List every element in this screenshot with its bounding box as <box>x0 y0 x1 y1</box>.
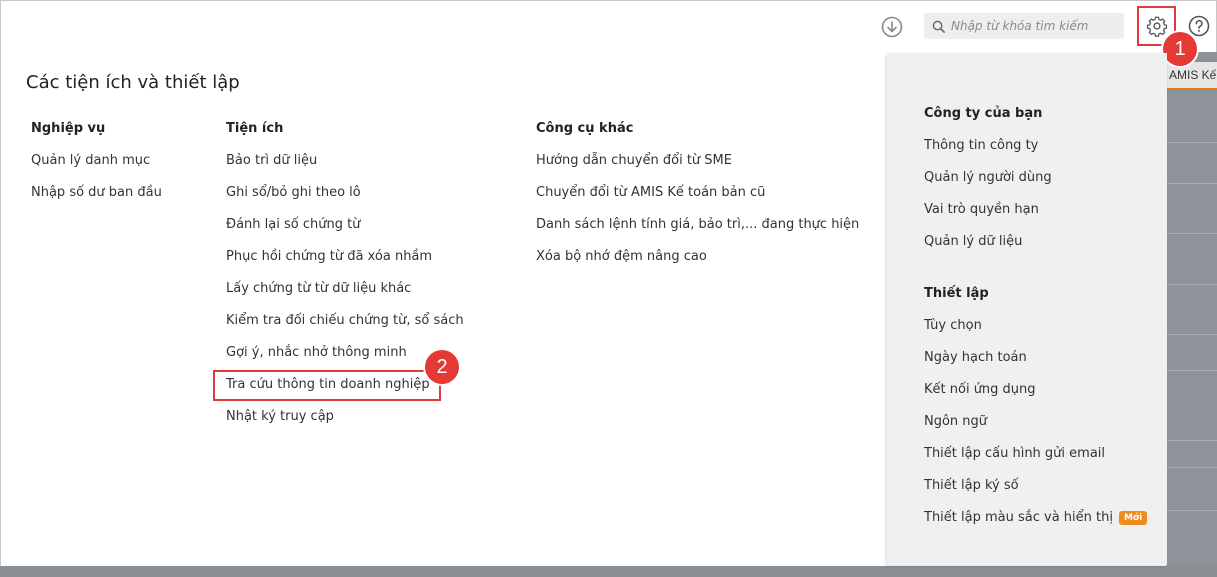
menu-item-phuc-hoi-chung-tu[interactable]: Phục hồi chứng từ đã xóa nhầm <box>226 248 464 280</box>
background-row-line <box>1166 510 1217 511</box>
step-1-badge: 1 <box>1163 32 1197 66</box>
highlight-box <box>213 370 441 401</box>
help-icon[interactable] <box>1187 14 1211 38</box>
column-heading: Tiện ích <box>226 121 284 136</box>
menu-item-label: Thiết lập màu sắc và hiển thị <box>924 510 1113 525</box>
column-heading: Nghiệp vụ <box>31 121 106 136</box>
menu-item-huong-dan-chuyen-doi-sme[interactable]: Hướng dẫn chuyển đổi từ SME <box>536 152 859 184</box>
background-bottom-strip <box>0 566 1217 577</box>
menu-item-ket-noi-ung-dung[interactable]: Kết nối ứng dụng <box>924 381 1167 413</box>
menu-item-nhap-so-du-ban-dau[interactable]: Nhập số dư ban đầu <box>31 184 162 216</box>
search-box[interactable] <box>924 13 1124 39</box>
settings-panel: Công ty của bạn Thông tin công ty Quản l… <box>887 53 1167 565</box>
page-title: Các tiện ích và thiết lập <box>26 72 240 93</box>
background-row-line <box>1166 233 1217 234</box>
menu-item-cau-hinh-email[interactable]: Thiết lập cấu hình gửi email <box>924 445 1167 477</box>
background-row-line <box>1166 370 1217 371</box>
download-icon[interactable] <box>880 15 904 39</box>
background-row-line <box>1166 334 1217 335</box>
step-2-badge: 2 <box>425 350 459 384</box>
menu-item-quan-ly-danh-muc[interactable]: Quản lý danh mục <box>31 152 162 184</box>
menu-item-quan-ly-du-lieu[interactable]: Quản lý dữ liệu <box>924 233 1167 265</box>
background-row-line <box>1166 183 1217 184</box>
section-heading-company: Công ty của bạn <box>924 106 1043 121</box>
menu-item-chuyen-doi-amis[interactable]: Chuyển đổi từ AMIS Kế toán bản cũ <box>536 184 859 216</box>
background-row-line <box>1166 142 1217 143</box>
menu-item-thiet-lap-ky-so[interactable]: Thiết lập ký số <box>924 477 1167 509</box>
menu-item-ghi-so-bo-ghi-theo-lo[interactable]: Ghi sổ/bỏ ghi theo lô <box>226 184 464 216</box>
new-badge: Mới <box>1118 511 1148 525</box>
menu-item-bao-tri-du-lieu[interactable]: Bảo trì dữ liệu <box>226 152 464 184</box>
menu-item-ngon-ngu[interactable]: Ngôn ngữ <box>924 413 1167 445</box>
menu-item-lay-chung-tu[interactable]: Lấy chứng từ từ dữ liệu khác <box>226 280 464 312</box>
menu-item-nhat-ky-truy-cap[interactable]: Nhật ký truy cập <box>226 408 464 440</box>
background-app-header: AMIS Kế <box>1166 62 1217 90</box>
menu-item-tuy-chon[interactable]: Tùy chọn <box>924 317 1167 349</box>
gear-icon <box>1146 16 1167 37</box>
menu-item-quan-ly-nguoi-dung[interactable]: Quản lý người dùng <box>924 169 1167 201</box>
menu-item-mau-sac-hien-thi[interactable]: Thiết lập màu sắc và hiển thị Mới <box>924 509 1167 541</box>
menu-item-xoa-bo-nho-dem[interactable]: Xóa bộ nhớ đệm nâng cao <box>536 248 859 280</box>
section-heading-setup: Thiết lập <box>924 286 989 301</box>
search-icon <box>932 20 945 33</box>
search-input[interactable] <box>951 19 1121 33</box>
column-cong-cu-khac: Công cụ khác Hướng dẫn chuyển đổi từ SME… <box>536 120 859 280</box>
column-nghiep-vu: Nghiệp vụ Quản lý danh mục Nhập số dư ba… <box>31 120 162 216</box>
background-row-line <box>1166 284 1217 285</box>
menu-item-kiem-tra-doi-chieu[interactable]: Kiểm tra đối chiếu chứng từ, sổ sách <box>226 312 464 344</box>
menu-item-thong-tin-cong-ty[interactable]: Thông tin công ty <box>924 137 1167 169</box>
column-heading: Công cụ khác <box>536 121 634 136</box>
menu-item-danh-lai-so-chung-tu[interactable]: Đánh lại số chứng từ <box>226 216 464 248</box>
menu-item-ngay-hach-toan[interactable]: Ngày hạch toán <box>924 349 1167 381</box>
background-app: AMIS Kế <box>1166 52 1217 566</box>
menu-item-vai-tro-quyen-han[interactable]: Vai trò quyền hạn <box>924 201 1167 233</box>
background-row-line <box>1166 440 1217 441</box>
background-row-line <box>1166 467 1217 468</box>
menu-item-danh-sach-lenh[interactable]: Danh sách lệnh tính giá, bảo trì,... đan… <box>536 216 859 248</box>
